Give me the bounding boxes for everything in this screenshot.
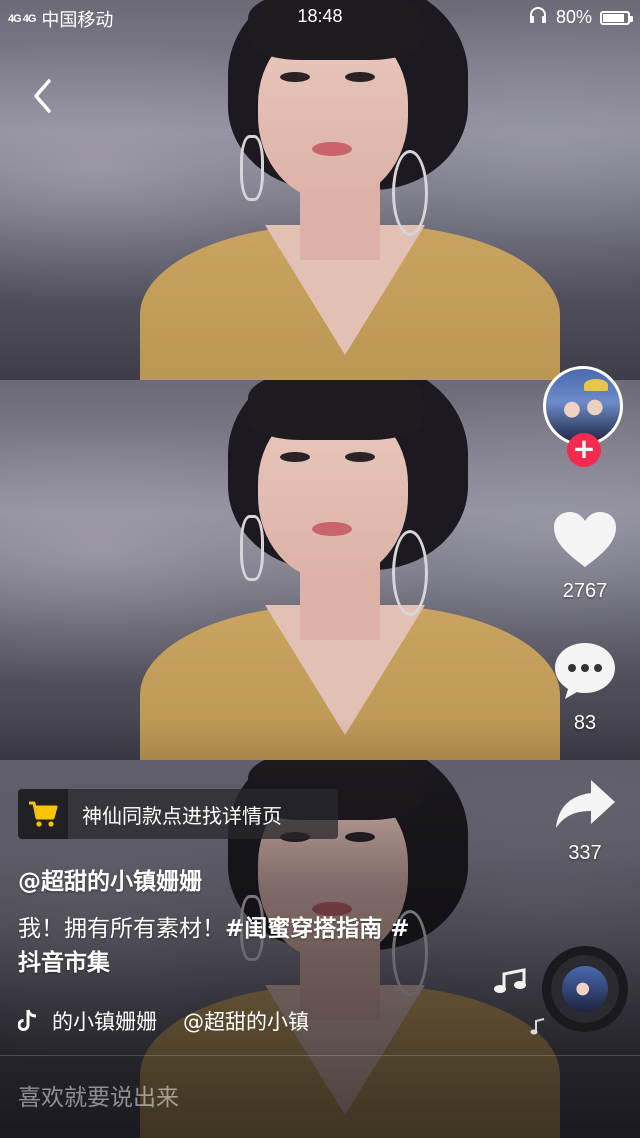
cart-icon-box bbox=[18, 789, 68, 839]
battery-fill bbox=[603, 13, 624, 22]
music-note-icon bbox=[530, 1018, 546, 1040]
video-frame-2 bbox=[0, 380, 640, 760]
divider bbox=[0, 1055, 640, 1056]
hashtag-link[interactable]: #闺蜜穿搭指南 # bbox=[225, 916, 410, 942]
plus-icon: + bbox=[572, 432, 596, 465]
status-bar: 4G 4G 中国移动 18:48 80% bbox=[0, 0, 640, 34]
caption-text: 我！拥有所有素材！ bbox=[18, 916, 225, 942]
shop-label: 神仙同款点进找详情页 bbox=[82, 803, 282, 828]
comment-icon bbox=[555, 643, 615, 699]
share-button[interactable]: 337 bbox=[545, 776, 625, 865]
share-count: 337 bbox=[568, 842, 602, 864]
heart-icon bbox=[554, 512, 616, 567]
comment-count: 83 bbox=[573, 712, 597, 734]
hashtag-link[interactable]: 抖音市集 bbox=[18, 950, 110, 976]
music-author: @超甜的小镇 bbox=[183, 1010, 309, 1034]
music-note-icon bbox=[492, 968, 528, 1000]
chevron-left-icon bbox=[34, 79, 51, 113]
share-arrow-icon bbox=[556, 780, 615, 828]
battery-percent: 80% bbox=[555, 7, 592, 27]
video-caption: 我！拥有所有素材！#闺蜜穿搭指南 # 抖音市集 bbox=[18, 912, 468, 980]
subject bbox=[140, 0, 560, 380]
tiktok-note-icon bbox=[18, 1009, 37, 1031]
video-frame-1 bbox=[0, 0, 640, 380]
subject bbox=[140, 380, 560, 760]
shop-link[interactable]: 神仙同款点进找详情页 bbox=[18, 789, 338, 839]
clock: 18:48 bbox=[297, 6, 343, 26]
music-info[interactable]: 的小镇姗姗 @超甜的小镇 bbox=[18, 1004, 488, 1038]
comment-input[interactable] bbox=[18, 1076, 618, 1120]
like-count: 2767 bbox=[562, 580, 608, 602]
author-username[interactable]: @超甜的小镇姗姗 bbox=[18, 862, 202, 896]
like-button[interactable]: 2767 bbox=[545, 510, 625, 603]
headphones-icon bbox=[528, 6, 548, 29]
music-cover bbox=[562, 966, 608, 1012]
battery-icon bbox=[600, 10, 633, 25]
comment-button[interactable]: 83 bbox=[545, 640, 625, 735]
video-screen[interactable]: 4G 4G 中国移动 18:48 80% + 2767 83 337 神仙同款点… bbox=[0, 0, 640, 1138]
cart-icon bbox=[29, 801, 58, 827]
back-button[interactable] bbox=[22, 74, 62, 118]
music-track: 的小镇姗姗 bbox=[52, 1010, 157, 1034]
music-disc[interactable] bbox=[542, 946, 628, 1032]
follow-button[interactable]: + bbox=[567, 433, 601, 467]
